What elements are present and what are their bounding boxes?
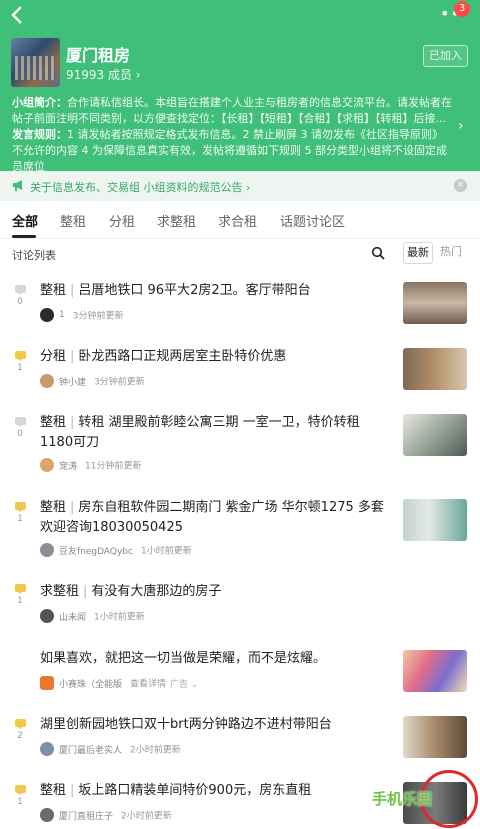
notice-bar[interactable]: 关于信息发布、交易组 小组资料的规范公告 › × xyxy=(0,171,480,201)
list-item[interactable]: 0 整租 | 转租 湖里殿前彰睦公寓三期 一室一卫，特价转租1180可刀 宠涛 11分… xyxy=(0,402,480,482)
watermark: 手机乐园 xyxy=(372,770,480,829)
ad-tag[interactable]: 广告 ⌄ xyxy=(170,680,198,690)
avatar[interactable] xyxy=(40,458,54,472)
avatar[interactable] xyxy=(40,808,54,822)
post-title[interactable]: 整租 | 转租 湖里殿前彰睦公寓三期 一室一卫，特价转租1180可刀 xyxy=(40,413,390,453)
comment-bubble-icon xyxy=(14,285,26,295)
vote-widget[interactable]: 1 xyxy=(13,502,27,524)
post-title[interactable]: 湖里创新园地铁口双十brt两分钟路边不进村带阳台 xyxy=(40,715,390,735)
vote-widget[interactable]: 0 xyxy=(13,417,27,439)
intro-label: 小组简介： xyxy=(12,96,67,109)
list-item[interactable]: 2 湖里创新园地铁口双十brt两分钟路边不进村带阳台 厦门最后老实人 2小时前更新 xyxy=(0,704,480,770)
post-thumbnail[interactable] xyxy=(403,348,467,390)
tab-seek-shared[interactable]: 求合租 xyxy=(218,211,257,230)
member-count-link[interactable]: 91993 成员 › xyxy=(66,66,141,83)
vote-widget[interactable]: 1 xyxy=(13,584,27,606)
comment-bubble-icon xyxy=(14,584,26,594)
watermark-text: 手机乐园 xyxy=(372,790,433,808)
tab-all[interactable]: 全部 xyxy=(12,211,38,230)
group-header: ••• 3 厦门租房 91993 成员 › 已加入 小组简介：合作请私信组长。本… xyxy=(0,0,480,173)
post-thumbnail[interactable] xyxy=(403,499,467,541)
tab-seek-whole[interactable]: 求整租 xyxy=(157,211,196,230)
group-name: 厦门租房 xyxy=(66,46,131,65)
comment-bubble-icon xyxy=(14,785,26,795)
group-intro[interactable]: 小组简介：合作请私信组长。本组旨在搭建个人业主与租房者的信息交流平台。请发帖者在… xyxy=(12,95,452,175)
list-item[interactable]: 1 整租 | 房东自租软件园二期南门 紫金广场 华尔顿1275 多套 欢迎咨询180… xyxy=(0,482,480,562)
avatar[interactable] xyxy=(40,374,54,388)
megaphone-icon xyxy=(12,178,26,192)
intro-text: 合作请私信组长。本组旨在搭建个人业主与租房者的信息交流平台。请发帖者在帖子前面注… xyxy=(12,96,452,125)
list-item[interactable]: 1 分租 | 卧龙西路口正规两居室主卧特价优惠 钟小建 3分钟前更新 xyxy=(0,336,480,402)
category-tabs: 全部 整租 分租 求整租 求合租 话题讨论区 xyxy=(0,201,480,239)
post-meta: 宠涛 11分钟前更新 xyxy=(40,458,141,474)
list-title: 讨论列表 xyxy=(12,249,56,262)
ad-meta: 小赛珠（全能版 查看详情 广告 ⌄ xyxy=(40,676,198,692)
tab-whole-rent[interactable]: 整租 xyxy=(60,211,86,230)
post-meta: 厦门最后老实人 2小时前更新 xyxy=(40,742,181,758)
post-meta: 豆友fnegDAQybc 1小时前更新 xyxy=(40,543,192,559)
list-item[interactable]: 1 求整租 | 有没有大唐那边的房子 山未闻 1小时前更新 xyxy=(0,562,480,630)
notice-text: 关于信息发布、交易组 小组资料的规范公告 › xyxy=(30,181,251,194)
avatar[interactable] xyxy=(40,609,54,623)
post-title[interactable]: 整租 | 房东自租软件园二期南门 紫金广场 华尔顿1275 多套 欢迎咨询18030… xyxy=(40,498,390,538)
vote-widget[interactable]: 0 xyxy=(13,285,27,307)
post-meta: 山未闻 1小时前更新 xyxy=(40,609,145,625)
ad-thumbnail[interactable] xyxy=(403,650,467,692)
avatar[interactable] xyxy=(40,308,54,322)
vote-widget[interactable]: 1 xyxy=(13,351,27,373)
joined-button[interactable]: 已加入 xyxy=(423,45,468,67)
post-thumbnail[interactable] xyxy=(403,716,467,758)
sort-newest-button[interactable]: 最新 xyxy=(403,242,433,264)
avatar[interactable] xyxy=(40,543,54,557)
ad-title[interactable]: 如果喜欢，就把这一切当做是荣耀，而不是炫耀。 xyxy=(40,649,390,669)
active-tab-indicator xyxy=(12,235,36,238)
tab-topics[interactable]: 话题讨论区 xyxy=(280,211,345,230)
rules-label: 发言规则： xyxy=(12,128,67,141)
chevron-right-icon[interactable]: › xyxy=(458,118,464,134)
avatar[interactable] xyxy=(40,742,54,756)
comment-bubble-icon xyxy=(14,351,26,361)
vote-widget[interactable]: 2 xyxy=(13,719,27,741)
comment-bubble-icon xyxy=(14,719,26,729)
post-title[interactable]: 整租 | 吕厝地铁口 96平大2房2卫。客厅带阳台 xyxy=(40,281,390,301)
post-title[interactable]: 求整租 | 有没有大唐那边的房子 xyxy=(40,582,390,602)
group-avatar[interactable] xyxy=(11,38,60,87)
post-meta: 厦门直租庄子 2小时前更新 xyxy=(40,808,172,824)
rules-text: 1 请发帖者按照规定格式发布信息。2 禁止刷屏 3 请勿发布《社区指导原则》不允… xyxy=(12,128,447,173)
tab-shared-rent[interactable]: 分租 xyxy=(109,211,135,230)
list-header: 讨论列表 最新 热门 xyxy=(0,240,480,268)
sort-hot-button[interactable]: 热门 xyxy=(436,242,466,264)
post-meta: 1 3分钟前更新 xyxy=(40,308,123,324)
app-logo-icon xyxy=(40,676,54,690)
post-thumbnail[interactable] xyxy=(403,282,467,324)
list-item[interactable]: 0 整租 | 吕厝地铁口 96平大2房2卫。客厅带阳台 1 3分钟前更新 xyxy=(0,270,480,336)
close-icon[interactable]: × xyxy=(454,179,467,192)
post-meta: 钟小建 3分钟前更新 xyxy=(40,374,145,390)
comment-bubble-icon xyxy=(14,417,26,427)
notification-badge: 3 xyxy=(454,1,470,17)
comment-bubble-icon xyxy=(14,502,26,512)
ad-item[interactable]: 如果喜欢，就把这一切当做是荣耀，而不是炫耀。 小赛珠（全能版 查看详情 广告 ⌄ xyxy=(0,638,480,704)
vote-widget[interactable]: 1 xyxy=(13,785,27,807)
post-title[interactable]: 分租 | 卧龙西路口正规两居室主卧特价优惠 xyxy=(40,347,390,367)
post-title[interactable]: 整租 | 坂上路口精装单间特价900元，房东直租 xyxy=(40,781,390,801)
back-chevron-icon[interactable] xyxy=(8,4,34,30)
search-icon[interactable] xyxy=(371,245,385,260)
post-thumbnail[interactable] xyxy=(403,414,467,456)
